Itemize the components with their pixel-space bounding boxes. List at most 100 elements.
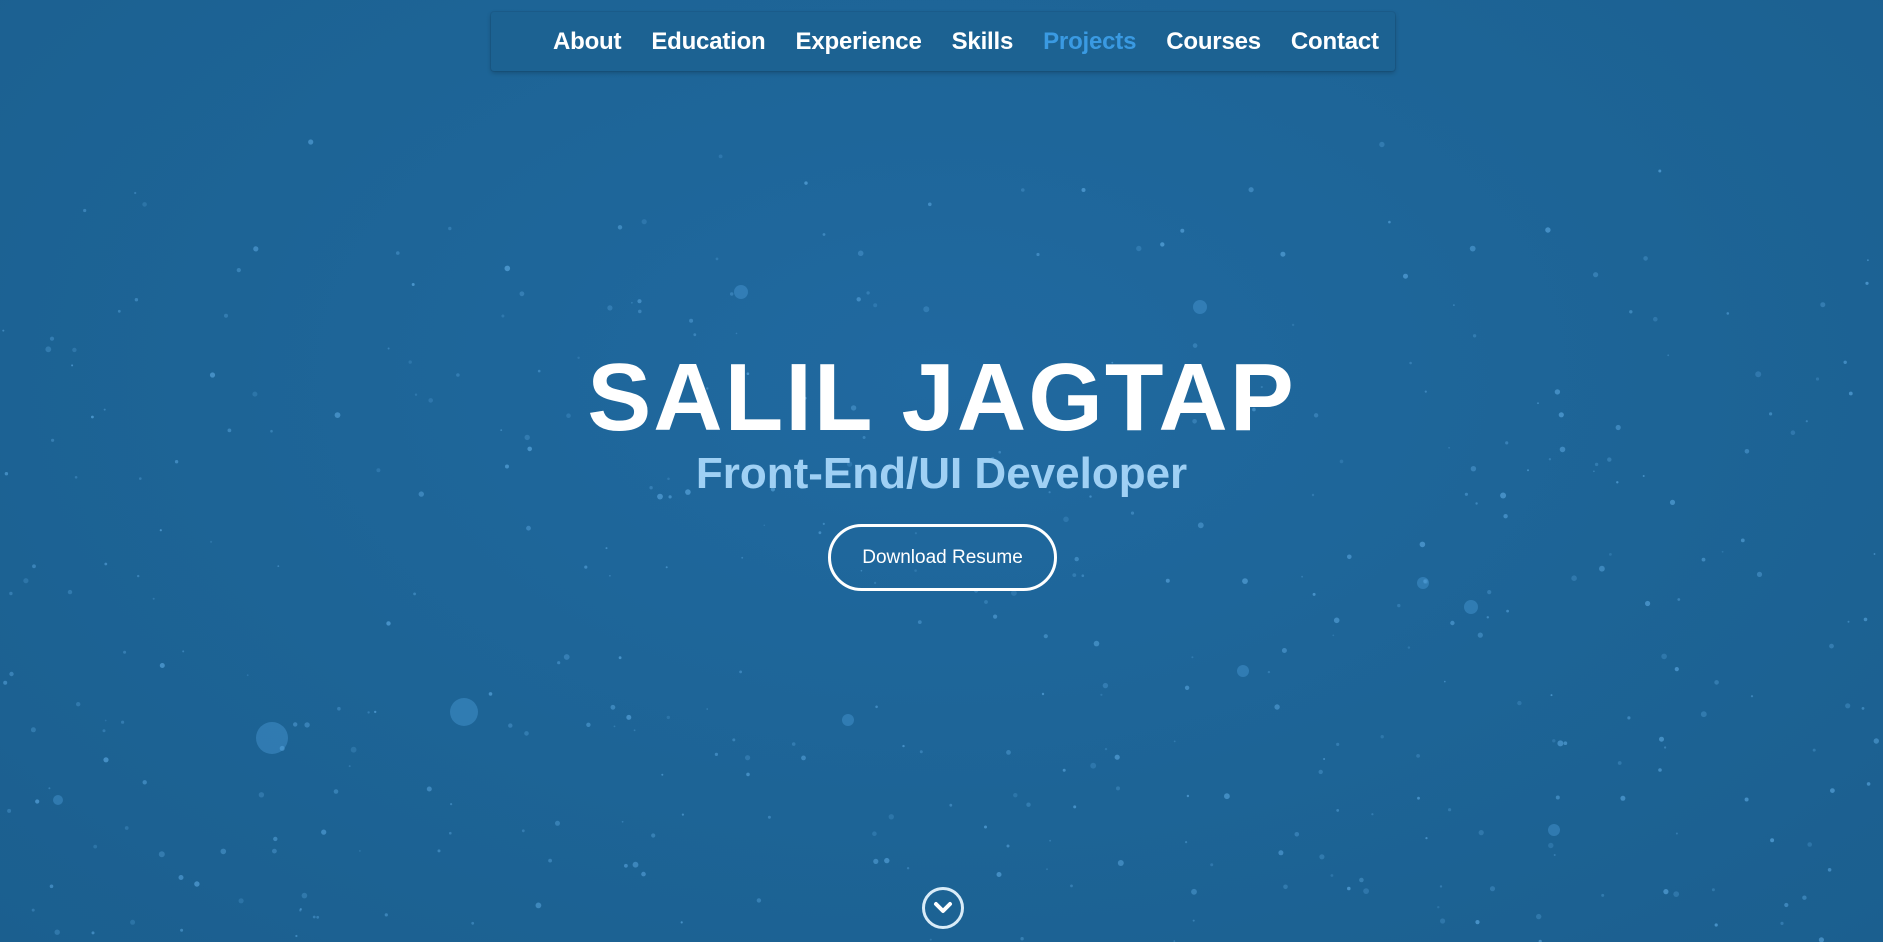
particle-dot (1489, 886, 1496, 892)
particle-dot (1487, 590, 1492, 595)
nav-item-skills[interactable]: Skills (952, 28, 1014, 56)
particle-dot (1224, 793, 1230, 800)
particle-dot (884, 857, 890, 864)
particle-dot (210, 540, 213, 543)
particle-dot (1318, 769, 1323, 775)
particle-dot (30, 727, 36, 733)
particle-dot (1863, 617, 1868, 622)
chevron-down-icon (934, 902, 952, 913)
particle-dot (130, 919, 136, 925)
particle-dot (1046, 868, 1048, 871)
particle-dot (23, 578, 29, 584)
particle-dot (337, 706, 341, 711)
particle-dot (1336, 809, 1340, 812)
particle-dot (1440, 918, 1446, 924)
particle-dot (220, 848, 227, 855)
particle-dot (1192, 919, 1195, 922)
particle-dot (1450, 620, 1455, 626)
particle-dot (1714, 923, 1718, 927)
particle-dot (1506, 609, 1509, 613)
particle-dot (1643, 256, 1648, 261)
particle-dot (1274, 704, 1280, 710)
particle-dot (923, 306, 930, 313)
particle-dot (449, 831, 452, 835)
particle-dot (1403, 273, 1408, 279)
particle-dot (866, 291, 870, 295)
particle-dot (651, 833, 656, 838)
particle-dot (1173, 740, 1176, 743)
particle-dot (1021, 188, 1025, 192)
particle-dot (304, 722, 310, 728)
nav-item-about[interactable]: About (553, 28, 622, 56)
particle-dot (134, 298, 139, 302)
particle-dot (613, 725, 616, 728)
nav-item-projects[interactable]: Projects (1043, 28, 1136, 56)
particle-dot (1407, 646, 1411, 649)
particle-dot (984, 600, 988, 604)
particle-dot (9, 671, 14, 677)
particle-dot (718, 154, 723, 159)
particle-dot (91, 931, 95, 935)
particle-dot (633, 729, 636, 732)
scroll-down-button[interactable] (922, 887, 964, 929)
particle-dot (804, 181, 808, 185)
particle-dot (32, 564, 36, 569)
particle-dot (1700, 711, 1707, 718)
particle-dot (54, 929, 60, 935)
nav-item-courses[interactable]: Courses (1166, 28, 1261, 56)
particle-dot (374, 710, 377, 714)
particle-dot (182, 650, 185, 653)
particle-dot (1770, 838, 1775, 843)
particle-dot (873, 303, 878, 308)
particle-dot (348, 765, 351, 768)
particle-dot (104, 562, 108, 566)
particle-dot (1283, 884, 1288, 890)
particle-dot (1861, 707, 1865, 710)
top-navigation: About Education Experience Skills Projec… (491, 12, 1395, 71)
particle-dot (1444, 680, 1446, 683)
particle-dot (519, 291, 525, 297)
particle-dot (1073, 805, 1077, 809)
particle-dot (103, 757, 109, 763)
particle-dot (67, 589, 73, 595)
particle-dot (448, 226, 452, 231)
particle-dot (1070, 884, 1073, 888)
particle-dot (501, 314, 505, 318)
particle-dot (1336, 742, 1340, 747)
particle-dot (238, 898, 244, 904)
nav-item-education[interactable]: Education (651, 28, 765, 56)
particle-dot (1013, 793, 1018, 798)
particle-blur (1193, 300, 1207, 314)
particle-dot (1041, 692, 1045, 696)
particle-dot (873, 858, 879, 865)
particle-dot (1417, 796, 1420, 800)
particle-dot (450, 803, 453, 806)
particle-blur (1548, 824, 1560, 836)
nav-item-contact[interactable]: Contact (1291, 28, 1379, 56)
particle-dot (1093, 640, 1100, 647)
download-resume-button[interactable]: Download Resume (828, 524, 1057, 591)
particle-dot (741, 556, 744, 559)
particle-dot (693, 333, 697, 337)
particle-dot (471, 921, 475, 925)
particle-dot (1062, 768, 1066, 772)
particle-blur (734, 285, 748, 299)
particle-dot (929, 938, 932, 941)
particle-dot (638, 309, 642, 314)
particle-dot (763, 524, 766, 527)
particle-dot (504, 265, 511, 272)
particle-dot (194, 881, 200, 887)
particle-dot (1617, 761, 1622, 765)
particle-dot (822, 233, 826, 236)
particle-dot (1659, 736, 1664, 742)
particle-dot (1242, 578, 1248, 584)
particle-dot (124, 826, 129, 830)
nav-item-experience[interactable]: Experience (796, 28, 922, 56)
particle-dot (730, 292, 734, 296)
particle-dot (1721, 550, 1724, 553)
particle-dot (1074, 556, 1079, 562)
particle-dot (1486, 616, 1490, 619)
particle-dot (272, 848, 277, 854)
particle-dot (1397, 603, 1401, 608)
particle-dot (1750, 695, 1754, 698)
